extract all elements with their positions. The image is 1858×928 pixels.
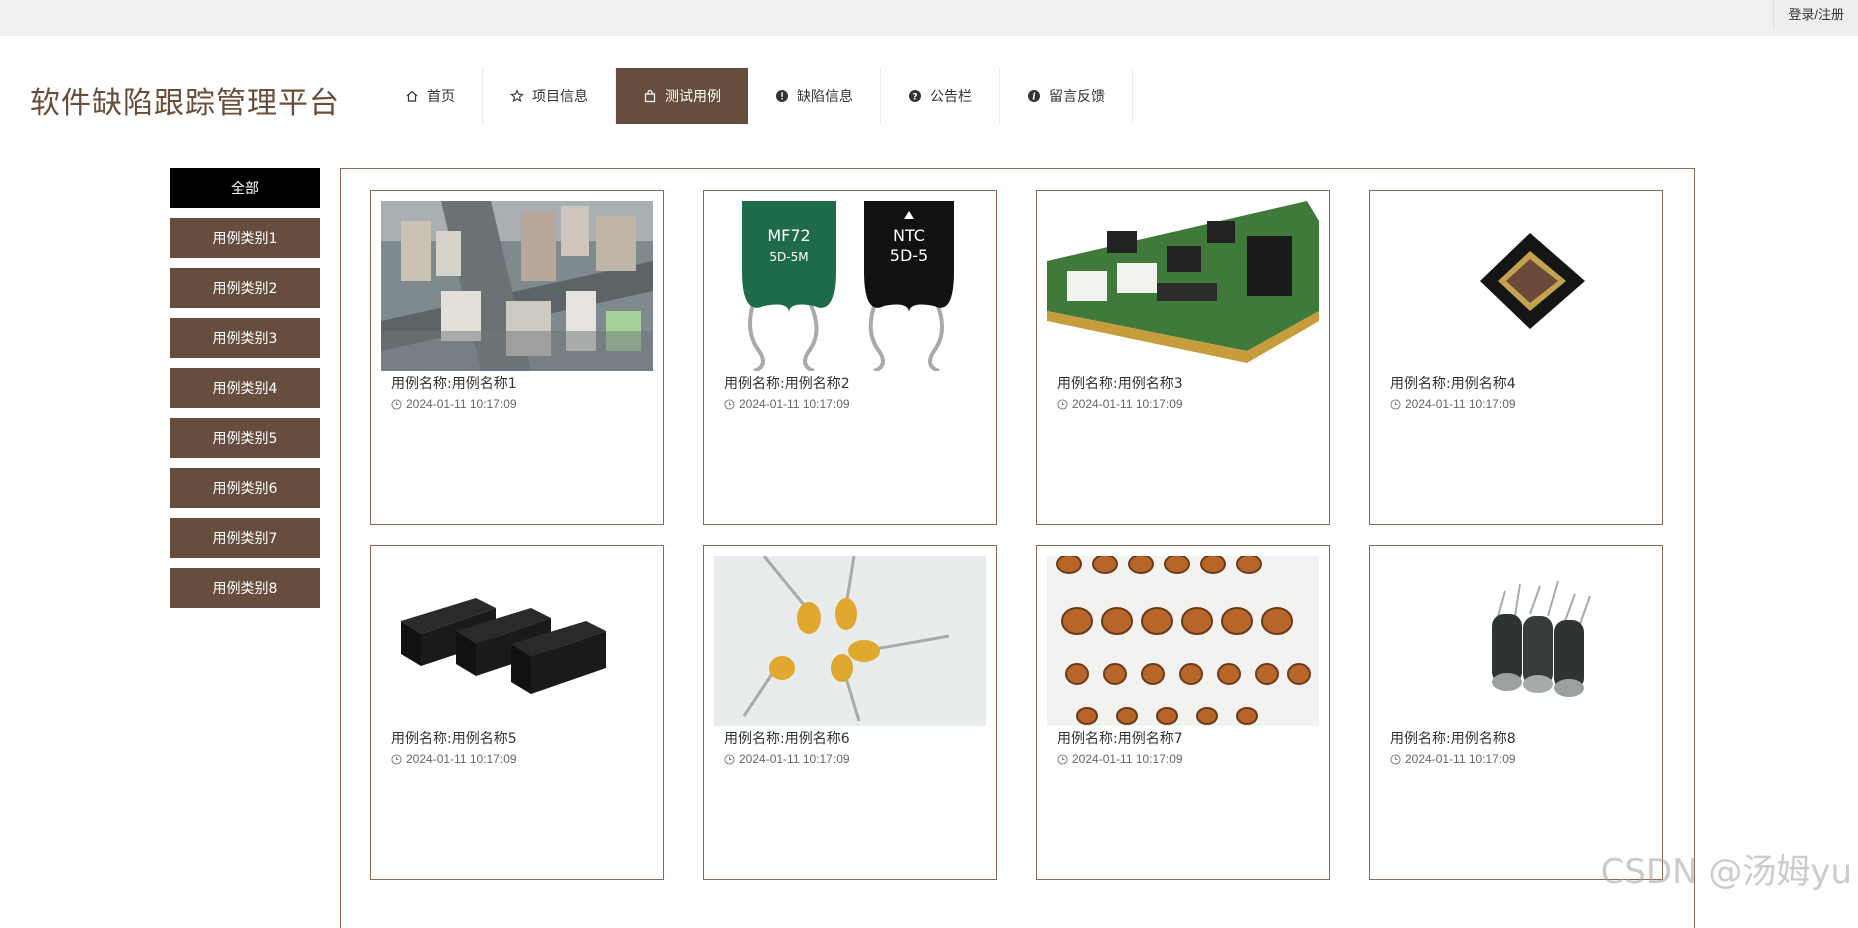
category-sidebar: 全部 用例类别1 用例类别2 用例类别3 用例类别4 用例类别5 用例类别6 用… <box>170 168 320 618</box>
thermistor-label-2: 5D-5M <box>769 250 808 264</box>
question-icon: ? <box>908 89 922 103</box>
toroid-inductors-photo <box>1047 556 1319 726</box>
svg-text:i: i <box>1032 93 1036 103</box>
nav-label: 缺陷信息 <box>797 86 853 106</box>
case-time: 2024-01-11 10:17:09 <box>724 752 850 766</box>
test-case-card[interactable]: 用例名称:用例名称8 2024-01-11 10:17:09 <box>1369 545 1663 880</box>
case-time: 2024-01-11 10:17:09 <box>724 397 850 411</box>
nav-label: 测试用例 <box>665 86 721 106</box>
star-icon <box>510 89 524 103</box>
bag-icon <box>643 89 657 103</box>
sidebar-item-category-3[interactable]: 用例类别3 <box>170 318 320 358</box>
case-name: 用例名称:用例名称5 <box>391 728 517 748</box>
sidebar-item-all[interactable]: 全部 <box>170 168 320 208</box>
sidebar-item-category-4[interactable]: 用例类别4 <box>170 368 320 408</box>
nav-announcements[interactable]: ? 公告栏 <box>881 68 1000 124</box>
clock-icon <box>724 754 735 765</box>
case-name: 用例名称:用例名称3 <box>1057 373 1183 393</box>
sidebar-item-category-2[interactable]: 用例类别2 <box>170 268 320 308</box>
case-name: 用例名称:用例名称4 <box>1390 373 1516 393</box>
nav-test-cases[interactable]: 测试用例 <box>616 68 748 124</box>
test-case-card[interactable]: MF72 5D-5M NTC 5D-5 用例名称:用例名称2 2024-01-1… <box>703 190 997 525</box>
nav-defects[interactable]: 缺陷信息 <box>748 68 881 124</box>
electrolytic-capacitors-photo <box>1380 556 1652 726</box>
sidebar-item-category-8[interactable]: 用例类别8 <box>170 568 320 608</box>
clock-icon <box>1390 754 1401 765</box>
top-bar: 登录/注册 <box>0 0 1858 36</box>
nav-label: 项目信息 <box>532 86 588 106</box>
case-name: 用例名称:用例名称1 <box>391 373 517 393</box>
thermistor-photo: MF72 5D-5M NTC 5D-5 <box>714 201 986 371</box>
nav-label: 留言反馈 <box>1049 86 1105 106</box>
sidebar-item-category-6[interactable]: 用例类别6 <box>170 468 320 508</box>
info-icon: i <box>1027 89 1041 103</box>
city-aerial-photo <box>381 201 653 371</box>
nav-label: 公告栏 <box>930 86 972 106</box>
case-time: 2024-01-11 10:17:09 <box>1057 397 1183 411</box>
login-register-link[interactable]: 登录/注册 <box>1773 0 1858 30</box>
case-time-text: 2024-01-11 10:17:09 <box>406 397 517 411</box>
clock-icon <box>1057 754 1068 765</box>
site-title: 软件缺陷跟踪管理平台 <box>30 78 340 122</box>
test-case-grid: 用例名称:用例名称1 2024-01-11 10:17:09 MF72 5D-5… <box>340 168 1695 928</box>
nav-feedback[interactable]: i 留言反馈 <box>1000 68 1133 124</box>
thermistor-label-4: 5D-5 <box>890 246 928 265</box>
case-time-text: 2024-01-11 10:17:09 <box>1072 752 1183 766</box>
test-case-card[interactable]: 用例名称:用例名称3 2024-01-11 10:17:09 <box>1036 190 1330 525</box>
case-time-text: 2024-01-11 10:17:09 <box>739 397 850 411</box>
case-time-text: 2024-01-11 10:17:09 <box>406 752 517 766</box>
case-time: 2024-01-11 10:17:09 <box>1390 752 1516 766</box>
case-time-text: 2024-01-11 10:17:09 <box>739 752 850 766</box>
svg-text:?: ? <box>912 92 917 102</box>
test-case-card[interactable]: 用例名称:用例名称7 2024-01-11 10:17:09 <box>1036 545 1330 880</box>
case-name: 用例名称:用例名称2 <box>724 373 850 393</box>
nav-projects[interactable]: 项目信息 <box>483 68 616 124</box>
test-case-card[interactable]: 用例名称:用例名称6 2024-01-11 10:17:09 <box>703 545 997 880</box>
clock-icon <box>391 754 402 765</box>
case-time: 2024-01-11 10:17:09 <box>391 752 517 766</box>
case-time-text: 2024-01-11 10:17:09 <box>1405 752 1516 766</box>
sidebar-item-category-5[interactable]: 用例类别5 <box>170 418 320 458</box>
transformer-modules-photo <box>381 556 653 726</box>
case-time: 2024-01-11 10:17:09 <box>1057 752 1183 766</box>
clock-icon <box>1390 399 1401 410</box>
clock-icon <box>391 399 402 410</box>
nav-home[interactable]: 首页 <box>378 68 483 124</box>
case-time: 2024-01-11 10:17:09 <box>391 397 517 411</box>
test-case-card[interactable]: 用例名称:用例名称4 2024-01-11 10:17:09 <box>1369 190 1663 525</box>
main-nav: 首页 项目信息 测试用例 缺陷信息 ? 公告栏 i 留言反馈 <box>378 68 1133 124</box>
thermistor-label-3: NTC <box>893 226 925 245</box>
circuit-board-photo <box>1047 201 1319 371</box>
case-name: 用例名称:用例名称6 <box>724 728 850 748</box>
case-time-text: 2024-01-11 10:17:09 <box>1405 397 1516 411</box>
case-name: 用例名称:用例名称8 <box>1390 728 1516 748</box>
test-case-card[interactable]: 用例名称:用例名称1 2024-01-11 10:17:09 <box>370 190 664 525</box>
image-sensor-chip-photo <box>1380 201 1652 371</box>
csdn-watermark: CSDN @汤姆yu <box>1601 844 1852 893</box>
tantalum-capacitors-photo <box>714 556 986 726</box>
nav-label: 首页 <box>427 86 455 106</box>
sidebar-item-category-7[interactable]: 用例类别7 <box>170 518 320 558</box>
sidebar-item-category-1[interactable]: 用例类别1 <box>170 218 320 258</box>
thermistor-label-1: MF72 <box>767 226 810 245</box>
home-icon <box>405 89 419 103</box>
case-time-text: 2024-01-11 10:17:09 <box>1072 397 1183 411</box>
clock-icon <box>1057 399 1068 410</box>
clock-icon <box>724 399 735 410</box>
case-name: 用例名称:用例名称7 <box>1057 728 1183 748</box>
case-time: 2024-01-11 10:17:09 <box>1390 397 1516 411</box>
test-case-card[interactable]: 用例名称:用例名称5 2024-01-11 10:17:09 <box>370 545 664 880</box>
alert-icon <box>775 89 789 103</box>
